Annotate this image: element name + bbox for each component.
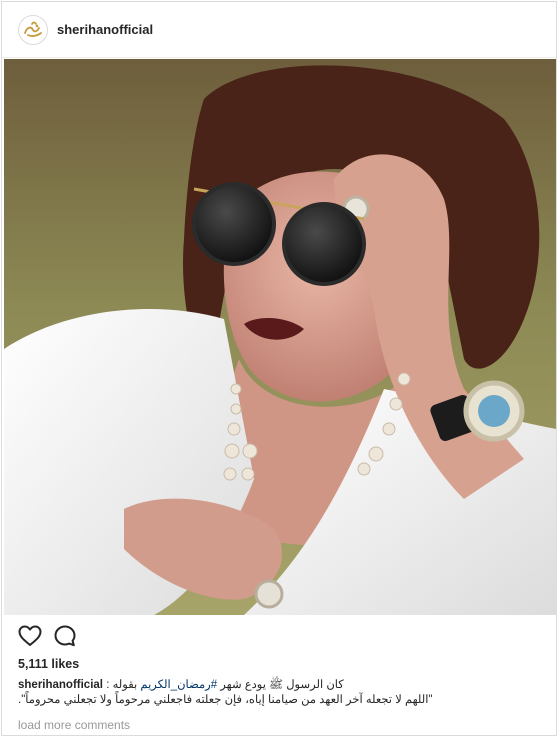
avatar[interactable] <box>18 15 48 45</box>
calligraphy-logo-icon <box>20 17 46 43</box>
speech-bubble-icon[interactable] <box>54 625 76 652</box>
instagram-post: sherihanofficial 5,111 likes sherihanoff… <box>1 1 557 736</box>
caption-text-end: بقوله : <box>106 679 141 691</box>
likes-count[interactable]: 5,111 likes <box>18 657 79 671</box>
caption-line-2: "اللهم لا تجعله آخر العهد من صيامنا إياه… <box>18 694 433 706</box>
post-caption: sherihanofficial كان الرسول ﷺ يودع شهر #… <box>18 678 538 708</box>
load-more-comments-link[interactable]: load more comments <box>18 718 130 732</box>
caption-line-1: sherihanofficial كان الرسول ﷺ يودع شهر #… <box>18 678 538 693</box>
heart-outline-icon[interactable] <box>18 625 42 652</box>
hashtag-link[interactable]: #رمضان_الكريم <box>140 679 217 691</box>
caption-text: كان الرسول ﷺ يودع شهر <box>217 679 344 691</box>
post-photo[interactable] <box>4 59 556 615</box>
post-username[interactable]: sherihanofficial <box>57 22 153 37</box>
post-header: sherihanofficial <box>2 2 556 58</box>
caption-text-rtl: كان الرسول ﷺ يودع شهر #رمضان_الكريم بقول… <box>106 679 344 691</box>
caption-username[interactable]: sherihanofficial <box>18 679 103 691</box>
post-actions <box>18 624 76 652</box>
